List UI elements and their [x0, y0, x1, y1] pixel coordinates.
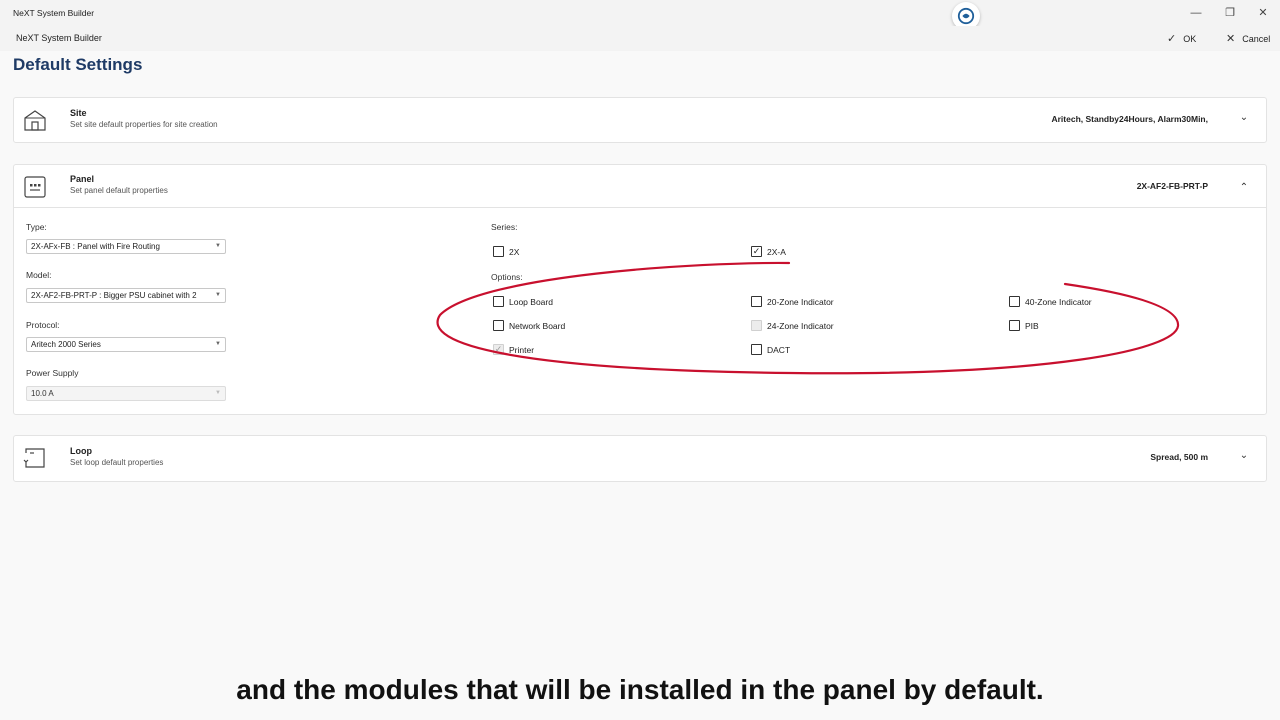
- panel-card-header[interactable]: Panel Set panel default properties 2X-AF…: [14, 165, 1266, 207]
- cancel-button[interactable]: ✕ Cancel: [1226, 29, 1270, 48]
- power-supply-select: 10.0 A ▼: [26, 386, 226, 401]
- type-select-value: 2X-AFx-FB : Panel with Fire Routing: [31, 242, 160, 251]
- checkmark-icon: ✓: [751, 246, 762, 257]
- checkbox-box: [1009, 320, 1020, 331]
- option-label: DACT: [767, 344, 791, 355]
- ok-button[interactable]: ✓ OK: [1167, 29, 1196, 48]
- model-select[interactable]: 2X-AF2-FB-PRT-P : Bigger PSU cabinet wit…: [26, 288, 226, 303]
- loop-card-header[interactable]: Loop Set loop default properties Spread,…: [14, 436, 1266, 481]
- chevron-up-icon[interactable]: ⌃: [1238, 182, 1250, 193]
- app-title: NeXT System Builder: [13, 8, 95, 18]
- option-printer-checkbox: ✓ Printer: [493, 344, 534, 355]
- loop-title: Loop: [70, 446, 92, 456]
- loop-summary: Spread, 500 m: [1150, 452, 1208, 462]
- series-2x-checkbox[interactable]: 2X: [493, 246, 519, 257]
- chevron-down-icon[interactable]: ⌄: [1238, 112, 1250, 123]
- check-icon: ✓: [1167, 33, 1177, 45]
- panel-summary: 2X-AF2-FB-PRT-P: [1136, 181, 1208, 191]
- close-icon: ✕: [1226, 33, 1236, 45]
- chevron-down-icon: ▼: [215, 390, 221, 396]
- checkmark-icon: ✓: [493, 344, 504, 355]
- loop-icon: [23, 448, 45, 468]
- checkbox-box: [493, 246, 504, 257]
- chevron-down-icon: ▼: [215, 341, 221, 347]
- series-label: Series:: [491, 222, 518, 232]
- panel-body: Type: 2X-AFx-FB : Panel with Fire Routin…: [14, 207, 1266, 414]
- option-20-zone-checkbox[interactable]: 20-Zone Indicator: [751, 296, 834, 307]
- page-title: Default Settings: [13, 55, 143, 74]
- building-icon: [24, 110, 46, 131]
- chevron-down-icon[interactable]: ⌄: [1238, 450, 1250, 461]
- type-select[interactable]: 2X-AFx-FB : Panel with Fire Routing ▼: [26, 239, 226, 254]
- checkbox-box: [493, 296, 504, 307]
- option-label: 40-Zone Indicator: [1025, 296, 1092, 307]
- panel-subtitle: Set panel default properties: [70, 186, 168, 195]
- protocol-select[interactable]: Aritech 2000 Series ▼: [26, 337, 226, 352]
- minimize-button[interactable]: —: [1188, 6, 1204, 20]
- protocol-label: Protocol:: [26, 320, 60, 330]
- model-label: Model:: [26, 270, 52, 280]
- chevron-down-icon: ▼: [215, 292, 221, 298]
- power-supply-value: 10.0 A: [31, 389, 54, 398]
- option-dact-checkbox[interactable]: DACT: [751, 344, 790, 355]
- checkbox-box: [1009, 296, 1020, 307]
- power-supply-label: Power Supply: [26, 368, 79, 378]
- site-card-header[interactable]: Site Set site default properties for sit…: [14, 98, 1266, 143]
- series-2x-a-label: 2X-A: [767, 246, 786, 257]
- option-network-board-checkbox[interactable]: Network Board: [493, 320, 565, 331]
- ok-label: OK: [1183, 33, 1197, 44]
- option-label: Loop Board: [509, 296, 553, 307]
- option-pib-checkbox[interactable]: PIB: [1009, 320, 1039, 331]
- site-summary: Aritech, Standby24Hours, Alarm30Min,: [1051, 114, 1208, 124]
- site-title: Site: [70, 108, 87, 118]
- protocol-select-value: Aritech 2000 Series: [31, 340, 101, 349]
- title-bar: NeXT System Builder — ❐ ✕: [0, 0, 1280, 30]
- series-2x-label: 2X: [509, 246, 520, 257]
- panel-card: Panel Set panel default properties 2X-AF…: [13, 164, 1267, 415]
- option-24-zone-checkbox: 24-Zone Indicator: [751, 320, 834, 331]
- command-bar: NeXT System Builder ✓ OK ✕ Cancel: [0, 26, 1280, 51]
- type-label: Type:: [26, 222, 47, 232]
- checkbox-box: [751, 296, 762, 307]
- loop-card: Loop Set loop default properties Spread,…: [13, 435, 1267, 482]
- command-bar-title: NeXT System Builder: [16, 33, 102, 43]
- close-window-button[interactable]: ✕: [1255, 6, 1271, 20]
- checkbox-box: [751, 320, 762, 331]
- chevron-down-icon: ▼: [215, 243, 221, 249]
- checkbox-box: [493, 320, 504, 331]
- panel-title: Panel: [70, 174, 95, 184]
- series-2x-a-checkbox[interactable]: ✓ 2X-A: [751, 246, 786, 257]
- panel-icon: [24, 176, 46, 198]
- restore-button[interactable]: ❐: [1222, 6, 1238, 20]
- subtitle-caption: and the modules that will be installed i…: [236, 674, 1044, 705]
- option-label: Printer: [509, 344, 535, 355]
- option-40-zone-checkbox[interactable]: 40-Zone Indicator: [1009, 296, 1092, 307]
- option-label: 20-Zone Indicator: [767, 296, 834, 307]
- site-subtitle: Set site default properties for site cre…: [70, 120, 218, 129]
- option-label: 24-Zone Indicator: [767, 320, 834, 331]
- option-label: Network Board: [509, 320, 566, 331]
- site-card: Site Set site default properties for sit…: [13, 97, 1267, 143]
- option-loop-board-checkbox[interactable]: Loop Board: [493, 296, 553, 307]
- option-label: PIB: [1025, 320, 1039, 331]
- options-label: Options:: [491, 272, 523, 282]
- model-select-value: 2X-AF2-FB-PRT-P : Bigger PSU cabinet wit…: [31, 291, 197, 300]
- cancel-label: Cancel: [1242, 33, 1271, 44]
- checkbox-box: [751, 344, 762, 355]
- loop-subtitle: Set loop default properties: [70, 458, 164, 467]
